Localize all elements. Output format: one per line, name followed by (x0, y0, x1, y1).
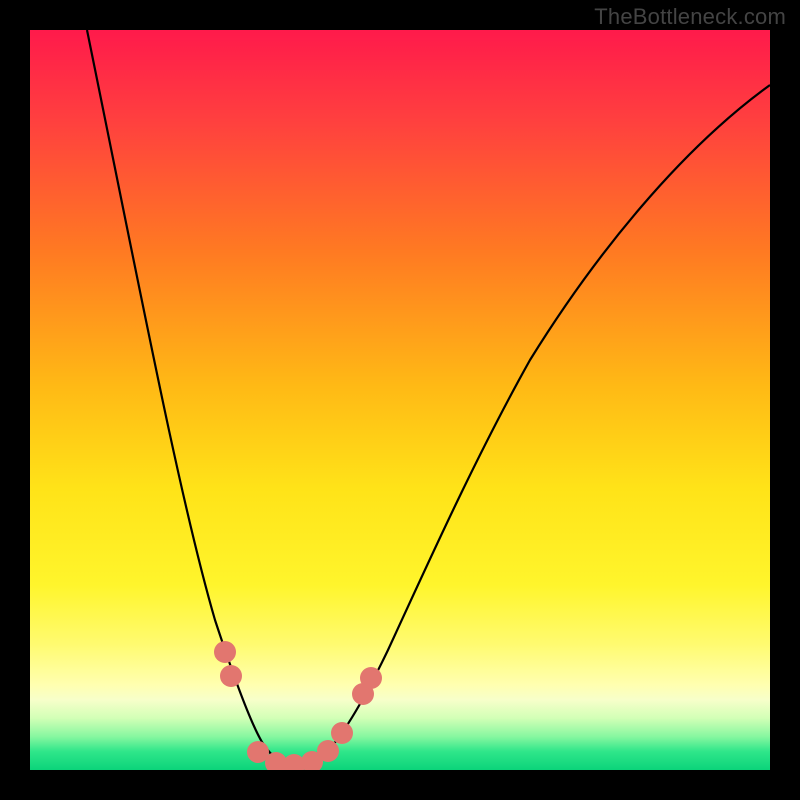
curve-marker (331, 722, 353, 744)
chart-frame: TheBottleneck.com (0, 0, 800, 800)
curve-marker (317, 740, 339, 762)
curve-marker (360, 667, 382, 689)
plot-area (30, 30, 770, 770)
chart-svg (30, 30, 770, 770)
gradient-background (30, 30, 770, 770)
curve-marker (214, 641, 236, 663)
curve-marker (220, 665, 242, 687)
watermark-text: TheBottleneck.com (594, 4, 786, 30)
